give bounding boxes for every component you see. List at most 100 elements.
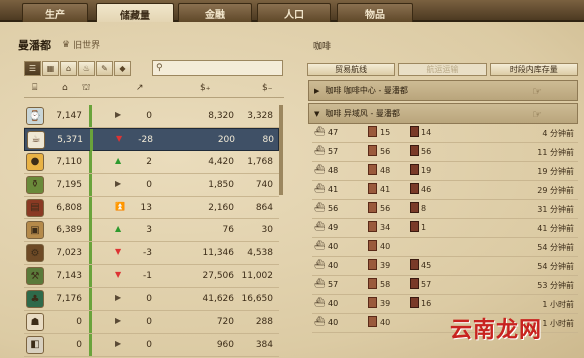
filter-grid-icon[interactable]: ▦ [42, 61, 59, 76]
tab-production[interactable]: 生产 [22, 3, 88, 22]
stock-bar [89, 311, 92, 334]
warehouse-icon [410, 297, 419, 308]
ship-icon: ⛴ [314, 184, 326, 194]
stock-bar [90, 128, 93, 151]
ship-icon: ⛴ [314, 203, 326, 213]
table-row[interactable]: ● 7,110 ▲ 2 4,420 1,768 [24, 150, 279, 174]
ship-icon: ⛴ [314, 260, 326, 270]
tab-trade-routes[interactable]: 贸易航线 [307, 63, 396, 76]
goods-table: ⌚ 7,147 ▶ 0 8,320 3,328 ☕ 5,371 ▼ -28 20… [24, 105, 279, 357]
col-buy-icon[interactable]: $₊ [200, 83, 210, 93]
cargo-icon [368, 202, 377, 213]
ship-icon: ⛴ [314, 146, 326, 156]
tab-population[interactable]: 人口 [257, 3, 331, 22]
table-scrollbar[interactable] [279, 105, 283, 195]
warehouse-icon [410, 183, 419, 194]
table-row[interactable]: ⚱ 7,195 ▶ 0 1,850 740 [24, 173, 279, 197]
filter-factory-icon[interactable]: ⌂ [60, 61, 77, 76]
list-item[interactable]: ⛴ 49 34 1 41 分钟前 [312, 219, 578, 238]
filter-list-icon[interactable]: ☰ [24, 61, 41, 76]
stock-bar [89, 173, 92, 196]
clock-icon: ⌚ [26, 107, 44, 125]
col-stock-icon[interactable]: ⌂ [62, 83, 68, 93]
coffee-icon: ☕ [27, 130, 45, 149]
filter-tools-icon[interactable]: ✎ [96, 61, 113, 76]
watermark-logo: 云南龙网 [450, 317, 543, 343]
list-item[interactable]: ⛴ 56 56 8 31 分钟前 [312, 200, 578, 219]
warehouse-icon [410, 126, 419, 137]
warehouse-icon [410, 221, 419, 232]
warehouse-icon [410, 202, 419, 213]
detail-tabs: 贸易航线 航运运输 时段内库存量 [307, 63, 578, 77]
col-sell-icon[interactable]: $₋ [262, 83, 272, 93]
tab-storage[interactable]: 储藏量 [96, 3, 174, 24]
warehouse-icon [410, 259, 419, 270]
cargo-icon [368, 164, 377, 175]
warehouse-icon [410, 278, 419, 289]
filter-goods-icon[interactable]: ◆ [114, 61, 131, 76]
filter-food-icon[interactable]: ♨ [78, 61, 95, 76]
ship-icon: ⛴ [314, 298, 326, 308]
search-icon: ⚲ [156, 63, 163, 73]
cargo-icon [368, 316, 377, 327]
column-header: ⌸ ⌂ ⛫ ↗ $₊ $₋ [24, 80, 284, 98]
cloth-icon: ◧ [26, 335, 44, 354]
gear-icon: ⚙ [26, 244, 44, 263]
stock-bar [89, 242, 92, 265]
trade-route-row[interactable]: ▼ 咖啡 异域风 - 曼潘都 ☞ [308, 103, 578, 124]
box-icon: ▣ [26, 221, 44, 240]
table-row[interactable]: ◧ 0 ▶ 0 960 384 [24, 333, 279, 357]
hand-icon[interactable]: ☞ [532, 85, 542, 98]
tab-finance[interactable]: 金融 [178, 3, 252, 22]
table-row[interactable]: ♣ 7,176 ▶ 0 41,626 16,650 [24, 288, 279, 312]
cargo-icon [368, 278, 377, 289]
stock-bar [89, 288, 92, 311]
city-name: 曼潘都 [18, 39, 51, 52]
expand-arrow-icon: ▶ [314, 86, 320, 95]
ship-icon: ⛴ [314, 165, 326, 175]
trade-route-row[interactable]: ▶ 咖啡 咖啡中心 - 曼潘都 ☞ [308, 80, 578, 101]
cargo-icon [368, 297, 377, 308]
list-item[interactable]: ⛴ 48 48 19 19 分钟前 [312, 162, 578, 181]
table-row[interactable]: ▣ 6,389 ▲ 3 76 30 [24, 219, 279, 243]
hand-icon[interactable]: ☞ [532, 108, 542, 121]
warehouse-icon [410, 145, 419, 156]
list-item[interactable]: ⛴ 41 41 46 29 分钟前 [312, 181, 578, 200]
stock-bar [89, 333, 92, 356]
col-goods-icon[interactable]: ⌸ [32, 83, 37, 93]
table-row[interactable]: ⚒ 7,143 ▼ -1 27,506 11,002 [24, 265, 279, 289]
shipment-list: ⛴ 47 15 14 4 分钟前 ⛴ 57 56 56 11 分钟前 ⛴ 48 … [312, 124, 578, 333]
stock-bar [89, 265, 92, 288]
list-item[interactable]: ⛴ 47 15 14 4 分钟前 [312, 124, 578, 143]
cargo-icon [368, 126, 377, 137]
top-tab-bar: 生产 储藏量 金融 人口 物品 [0, 0, 584, 24]
list-item[interactable]: ⛴ 57 58 57 53 分钟前 [312, 276, 578, 295]
selected-good-title: 咖啡 [313, 42, 332, 52]
table-row[interactable]: ⚙ 7,023 ▼ -3 11,346 4,538 [24, 242, 279, 266]
tab-goods[interactable]: 物品 [337, 3, 413, 22]
col-warehouse-icon[interactable]: ⛫ [82, 83, 90, 94]
list-item[interactable]: ⛴ 40 39 45 54 分钟前 [312, 257, 578, 276]
table-row-selected[interactable]: ☕ 5,371 ▼ -28 200 80 [24, 127, 279, 151]
tab-shipping[interactable]: 航运运输 [398, 63, 487, 76]
col-trend-icon[interactable]: ↗ [136, 83, 144, 93]
books-icon: ▤ [26, 198, 44, 217]
table-row[interactable]: ⌚ 7,147 ▶ 0 8,320 3,328 [24, 105, 279, 128]
cargo-icon [368, 221, 377, 232]
warehouse-icon [410, 164, 419, 175]
cargo-icon [368, 259, 377, 270]
stock-bar [89, 219, 92, 242]
list-item[interactable]: ⛴ 57 56 56 11 分钟前 [312, 143, 578, 162]
region-label: ♛ 旧世界 [62, 39, 101, 52]
table-row[interactable]: ☗ 0 ▶ 0 720 288 [24, 311, 279, 334]
filter-buttons: ☰ ▦ ⌂ ♨ ✎ ◆ [24, 61, 131, 76]
stock-bar [89, 196, 92, 219]
search-input[interactable]: ⚲ [152, 60, 283, 76]
tab-stock-history[interactable]: 时段内库存量 [489, 63, 578, 76]
crown-icon: ♛ [62, 39, 71, 50]
ship-icon: ⛴ [314, 241, 326, 251]
list-item[interactable]: ⛴ 40 40 54 分钟前 [312, 238, 578, 257]
table-row[interactable]: ▤ 6,808 ⏫ 13 2,160 864 [24, 196, 279, 220]
stock-bar [89, 150, 92, 173]
tool-icon: ⚒ [26, 267, 44, 286]
